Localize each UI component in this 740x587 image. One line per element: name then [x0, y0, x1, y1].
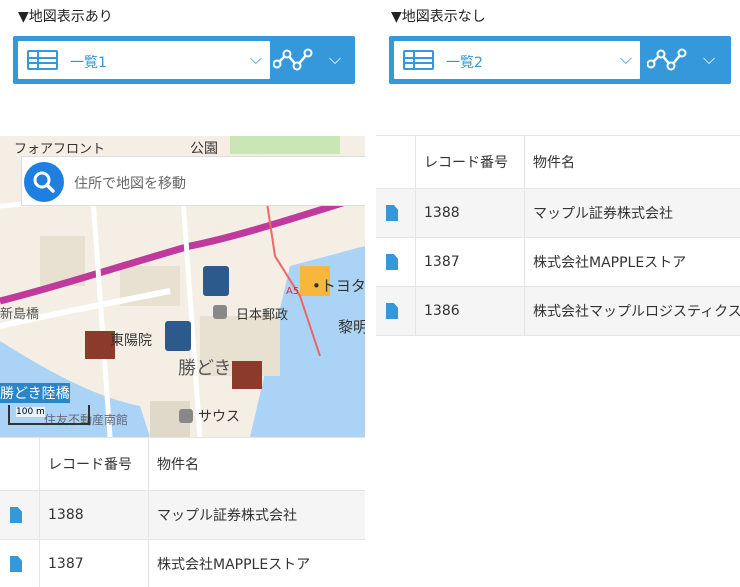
table-row[interactable]: 1387 株式会社MAPPLEストア [0, 540, 365, 587]
right-view-name: 一覧2 [446, 55, 483, 71]
record-detail-icon[interactable] [386, 205, 398, 221]
table-header: レコード番号 物件名 [0, 437, 365, 491]
map-label-toyota: •トヨタ [312, 277, 365, 295]
map-label-kachidoki: 勝どき [178, 358, 232, 379]
record-detail-icon[interactable] [386, 303, 398, 319]
right-record-table: レコード番号 物件名 1388 マップル証券株式会社 1387 株式会社MAPP… [376, 135, 740, 337]
record-number: 1388 [48, 507, 84, 523]
right-view-selector[interactable]: 一覧2 ⌵ [394, 41, 640, 79]
property-name: 株式会社MAPPLEストア [157, 557, 311, 573]
map-scale-label: 100 m [16, 407, 45, 417]
map-scale: 100 m [8, 405, 90, 425]
chevron-down-icon: ⌵ [249, 49, 262, 68]
header-record-number[interactable]: レコード番号 [48, 438, 148, 490]
map-label-hospital: 東陽院 [110, 333, 152, 349]
graph-menu-chevron-icon[interactable]: ⌵ [329, 49, 341, 69]
property-name: 株式会社マップルロジスティクス [533, 304, 740, 320]
map-label-reimei: 黎明 [338, 318, 365, 336]
left-heading: ▼地図表示あり [18, 9, 113, 25]
map-label-a5: A5 [286, 286, 300, 297]
table-row[interactable]: 1388 マップル証券株式会社 [0, 491, 365, 540]
table-row[interactable]: 1388 マップル証券株式会社 [376, 189, 740, 238]
property-name: 株式会社MAPPLEストア [533, 255, 687, 271]
record-number: 1388 [424, 205, 460, 221]
map-label-south: サウス [198, 409, 240, 425]
table-row[interactable]: 1386 株式会社マップルロジスティクス [376, 287, 740, 336]
record-detail-icon[interactable] [10, 556, 22, 572]
graph-icon[interactable] [647, 46, 687, 74]
record-number: 1387 [424, 254, 460, 270]
map-search-placeholder: 住所で地図を移動 [74, 176, 186, 192]
list-view-icon [27, 50, 58, 70]
map-search-bar[interactable]: 住所で地図を移動 [21, 156, 365, 206]
map-label-park: 公園 [190, 141, 218, 157]
left-record-table: レコード番号 物件名 1388 マップル証券株式会社 1387 株式会社MAPP… [0, 437, 365, 587]
left-view-bar: 一覧1 ⌵ ⌵ [13, 36, 355, 84]
map-label-bridge: 勝どき陸橋 [0, 383, 70, 403]
list-view-icon [403, 50, 434, 70]
record-number: 1387 [48, 556, 84, 572]
map-search-button[interactable] [24, 162, 64, 202]
table-header: レコード番号 物件名 [376, 135, 740, 189]
record-detail-icon[interactable] [386, 254, 398, 270]
property-name: マップル証券株式会社 [157, 508, 297, 524]
left-view-selector[interactable]: 一覧1 ⌵ [18, 41, 270, 79]
property-name: マップル証券株式会社 [533, 206, 673, 222]
right-view-bar: 一覧2 ⌵ ⌵ [389, 36, 731, 84]
graph-menu-chevron-icon[interactable]: ⌵ [703, 49, 715, 69]
left-view-name: 一覧1 [70, 55, 107, 71]
graph-icon[interactable] [273, 46, 313, 74]
table-row[interactable]: 1387 株式会社MAPPLEストア [376, 238, 740, 287]
header-property-name[interactable]: 物件名 [157, 438, 357, 490]
record-number: 1386 [424, 303, 460, 319]
map-label-left-bridge: 新島橋 [0, 307, 40, 322]
search-icon [33, 171, 55, 193]
map-label-front: フォアフロント [14, 142, 106, 157]
header-property-name[interactable]: 物件名 [533, 136, 740, 188]
header-record-number[interactable]: レコード番号 [424, 136, 524, 188]
right-heading: ▼地図表示なし [391, 9, 486, 25]
chevron-down-icon: ⌵ [619, 49, 632, 68]
map-label-post: 日本郵政 [236, 308, 289, 323]
record-detail-icon[interactable] [10, 507, 22, 523]
